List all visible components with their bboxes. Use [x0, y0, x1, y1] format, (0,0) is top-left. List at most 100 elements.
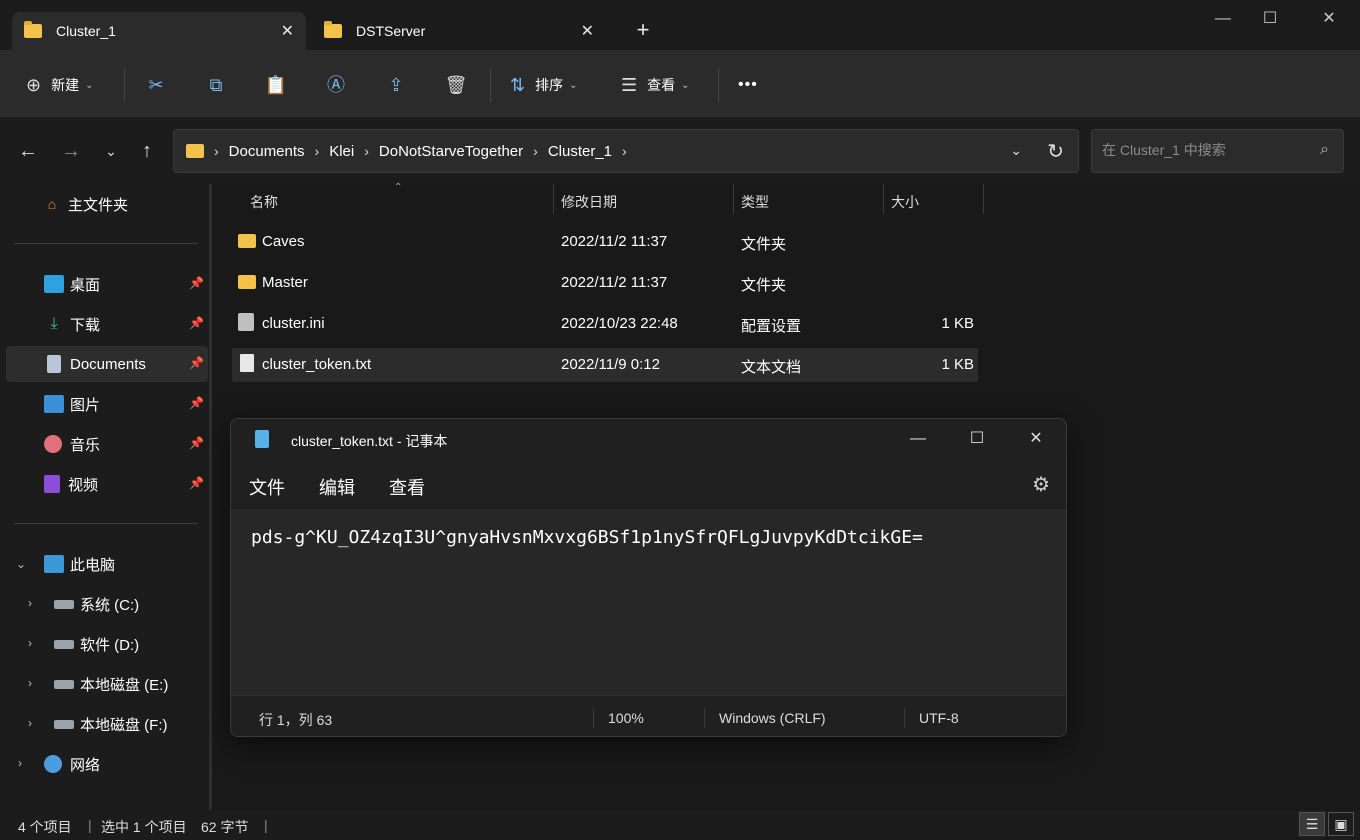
column-header-modified[interactable]: 修改日期	[561, 192, 617, 212]
share-icon[interactable]: ⇪	[383, 72, 409, 98]
folder-icon	[238, 234, 256, 248]
file-row-caves[interactable]: Caves 2022/11/2 11:37 文件夹	[232, 225, 978, 259]
column-separator[interactable]	[733, 184, 734, 214]
sidebar-item-label: 网络	[70, 756, 101, 774]
close-tab-icon[interactable]: ✕	[581, 21, 594, 41]
config-file-icon	[238, 313, 254, 331]
sidebar-item-documents[interactable]: Documents 📌	[6, 346, 208, 382]
delete-icon[interactable]: 🗑	[443, 72, 469, 98]
refresh-icon[interactable]: ↻	[1047, 139, 1064, 164]
column-header-size[interactable]: 大小	[891, 192, 919, 212]
sidebar-item-label: 系统 (C:)	[80, 596, 140, 614]
tab-cluster-1[interactable]: Cluster_1 ✕	[12, 12, 306, 50]
maximize-button[interactable]: ☐	[1247, 6, 1293, 32]
chevron-right-icon[interactable]: ›	[28, 716, 32, 730]
tiles-view-icon[interactable]: ▣	[1328, 812, 1354, 836]
sidebar-item-music[interactable]: 音乐 📌	[6, 426, 208, 462]
notepad-maximize-button[interactable]: ☐	[957, 427, 997, 451]
rename-icon[interactable]: Ⓐ	[323, 72, 349, 98]
address-row: ← → ⌄ ↑ › Documents › Klei › DoNotStarve…	[0, 118, 1360, 184]
back-arrow-icon[interactable]: ←	[14, 140, 42, 164]
tab-dstserver[interactable]: DSTServer ✕	[312, 12, 606, 50]
column-separator[interactable]	[883, 184, 884, 214]
more-icon: •••	[738, 76, 758, 93]
file-row-cluster-ini[interactable]: cluster.ini 2022/10/23 22:48 配置设置 1 KB	[232, 307, 978, 341]
search-input[interactable]	[1102, 142, 1302, 158]
forward-arrow-icon[interactable]: →	[57, 140, 85, 164]
view-button[interactable]: ☰ 查看 ⌄	[621, 72, 690, 98]
file-name: cluster.ini	[262, 315, 325, 332]
home-icon: ⌂	[47, 196, 57, 212]
settings-gear-icon[interactable]: ⚙	[1032, 472, 1050, 497]
copy-icon[interactable]: ⧉	[203, 72, 229, 98]
column-header-type[interactable]: 类型	[741, 192, 769, 212]
address-bar[interactable]: › Documents › Klei › DoNotStarveTogether…	[173, 129, 1079, 173]
search-box[interactable]: ⌕	[1091, 129, 1344, 173]
breadcrumb-klei[interactable]: Klei	[329, 143, 354, 160]
breadcrumb-documents[interactable]: Documents	[229, 143, 305, 160]
selected-count: 选中 1 个项目	[101, 819, 187, 835]
notepad-title-bar[interactable]: cluster_token.txt - 记事本 — ☐ ✕	[231, 419, 1066, 459]
chevron-right-icon[interactable]: ›	[18, 756, 22, 770]
sidebar-item-drive-d[interactable]: › 软件 (D:)	[6, 626, 208, 662]
close-tab-icon[interactable]: ✕	[281, 21, 294, 41]
chevron-right-icon[interactable]: ›	[28, 636, 32, 650]
new-button[interactable]: ⊕ 新建 ⌄	[26, 72, 93, 98]
pin-icon[interactable]: 📌	[189, 356, 204, 370]
sidebar-item-drive-c[interactable]: › 系统 (C:)	[6, 586, 208, 622]
pin-icon[interactable]: 📌	[189, 396, 204, 410]
notepad-window: cluster_token.txt - 记事本 — ☐ ✕ 文件 编辑 查看 ⚙…	[230, 418, 1067, 737]
column-separator[interactable]	[553, 184, 554, 214]
details-view-icon[interactable]: ☰	[1299, 812, 1325, 836]
sidebar-item-drive-e[interactable]: › 本地磁盘 (E:)	[6, 666, 208, 702]
new-label: 新建	[51, 77, 80, 93]
pin-icon[interactable]: 📌	[189, 316, 204, 330]
pin-icon[interactable]: 📌	[189, 476, 204, 490]
sidebar-item-label: 软件 (D:)	[80, 636, 140, 654]
chevron-down-icon: ⌄	[569, 79, 578, 91]
column-header-name[interactable]: 名称	[250, 192, 278, 212]
selected-size: 62 字节	[201, 819, 249, 835]
pin-icon[interactable]: 📌	[189, 436, 204, 450]
sidebar-item-this-pc[interactable]: ⌄ 此电脑	[6, 546, 208, 582]
sidebar-item-network[interactable]: › 网络	[6, 746, 208, 782]
file-row-master[interactable]: Master 2022/11/2 11:37 文件夹	[232, 266, 978, 300]
notepad-minimize-button[interactable]: —	[898, 427, 938, 451]
sidebar-item-videos[interactable]: 视频 📌	[6, 466, 208, 502]
address-history-chevron-icon[interactable]: ⌄	[1010, 142, 1022, 159]
chevron-right-icon[interactable]: ›	[28, 676, 32, 690]
file-name: cluster_token.txt	[262, 356, 372, 373]
chevron-down-icon[interactable]: ⌄	[16, 557, 26, 571]
minimize-button[interactable]: —	[1200, 6, 1246, 32]
notepad-text-area[interactable]: pds-g^KU_OZ4zqI3U^gnyaHvsnMxvxg6BSf1p1ny…	[231, 509, 1066, 695]
paste-icon[interactable]: 📋	[263, 72, 289, 98]
close-window-button[interactable]: ✕	[1306, 6, 1352, 32]
more-options-button[interactable]: •••	[738, 72, 758, 98]
sidebar-item-label: 本地磁盘 (E:)	[80, 676, 169, 694]
sort-button[interactable]: ⇅ 排序 ⌄	[510, 72, 577, 98]
breadcrumb-donotstarvetogether[interactable]: DoNotStarveTogether	[379, 143, 523, 160]
sidebar-item-home[interactable]: ⌂ 主文件夹	[6, 186, 208, 222]
file-row-cluster-token[interactable]: cluster_token.txt 2022/11/9 0:12 文本文档 1 …	[232, 348, 978, 382]
sidebar-item-drive-f[interactable]: › 本地磁盘 (F:)	[6, 706, 208, 742]
breadcrumb-cluster-1[interactable]: Cluster_1	[548, 143, 612, 160]
column-separator[interactable]	[983, 184, 984, 214]
notepad-close-button[interactable]: ✕	[1016, 427, 1056, 451]
new-tab-button[interactable]: +	[630, 17, 656, 43]
cut-icon[interactable]: ✂	[143, 72, 169, 98]
menu-file[interactable]: 文件	[249, 474, 285, 500]
recent-locations-chevron-icon[interactable]: ⌄	[97, 140, 125, 164]
navigation-pane: ⌂ 主文件夹 桌面 📌 ⤓ 下载 📌 Documents 📌 图片 📌 音乐 📌…	[0, 184, 212, 810]
sidebar-item-downloads[interactable]: ⤓ 下载 📌	[6, 306, 208, 342]
tab-label: Cluster_1	[56, 23, 116, 39]
up-arrow-icon[interactable]: ↑	[133, 140, 161, 164]
sidebar-item-desktop[interactable]: 桌面 📌	[6, 266, 208, 302]
menu-edit[interactable]: 编辑	[319, 474, 355, 500]
file-type: 文本文档	[741, 359, 802, 376]
plus-circle-icon: ⊕	[26, 74, 42, 95]
menu-view[interactable]: 查看	[389, 474, 425, 500]
line-ending: Windows (CRLF)	[719, 710, 826, 726]
sidebar-item-pictures[interactable]: 图片 📌	[6, 386, 208, 422]
pin-icon[interactable]: 📌	[189, 276, 204, 290]
chevron-right-icon[interactable]: ›	[28, 596, 32, 610]
